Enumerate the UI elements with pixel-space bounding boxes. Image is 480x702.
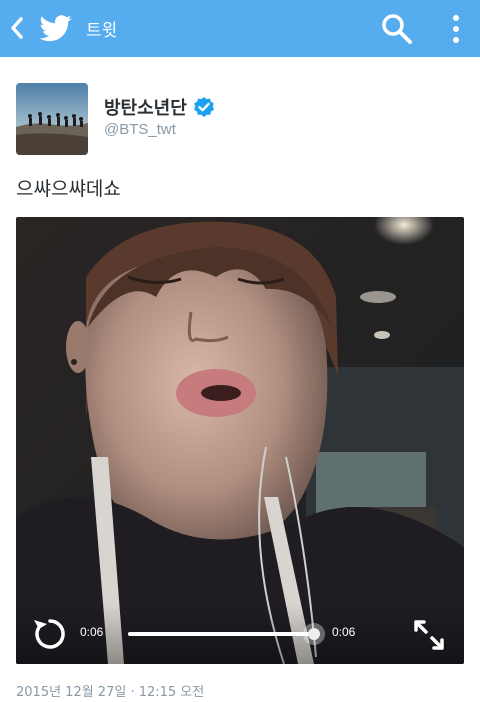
progress-thumb-inner [308,628,320,640]
search-icon[interactable] [380,12,414,46]
fullscreen-icon[interactable] [412,618,446,652]
video-frame [16,217,464,664]
tweet-text: 으쌰으쌰데쇼 [16,178,121,200]
author-name[interactable]: 방탄소년단 [104,94,187,120]
avatar[interactable] [16,83,88,155]
progress-thumb[interactable] [303,623,325,645]
progress-track[interactable] [128,623,325,645]
duration-time: 0:06 [332,625,356,639]
author-name-row: 방탄소년단 [104,94,215,120]
verified-badge-icon [193,97,214,117]
progress-fill [128,632,314,636]
tweet-timestamp: 2015년 12월 27일 · 12:15 오전 [16,685,205,700]
back-chevron-icon[interactable] [6,14,28,42]
page-title: 트윗 [86,21,118,41]
video-controls: 0:06 0:06 [16,604,464,664]
video-player[interactable]: 0:06 0:06 [16,217,464,664]
replay-icon[interactable] [32,616,68,652]
author-handle[interactable]: @BTS_twt [104,121,176,138]
more-vertical-icon[interactable] [444,12,468,46]
elapsed-time: 0:06 [80,625,104,639]
twitter-bird-icon [39,15,72,42]
app-bar: 트윗 [0,0,480,57]
